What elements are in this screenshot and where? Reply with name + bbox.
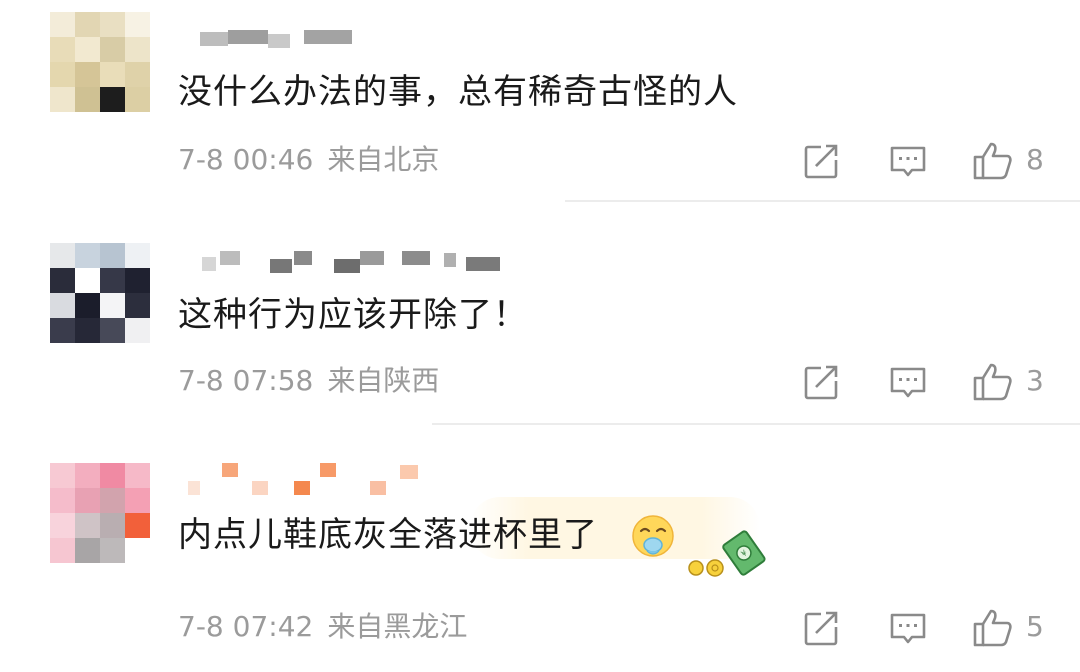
comment-location: 来自陕西	[327, 364, 440, 397]
share-icon[interactable]	[803, 142, 843, 182]
comment-time: 7-8 07:58	[178, 364, 314, 397]
comment-item: 内点儿鞋底灰全落进杯里了 ¥ 7-8 07:42 来自黑龙江 5	[0, 425, 1080, 672]
divider	[565, 200, 1080, 202]
comment-meta: 7-8 00:46 来自北京	[178, 142, 439, 178]
share-icon[interactable]	[803, 609, 843, 649]
like-count: 3	[1026, 364, 1044, 397]
comment-text-content: 内点儿鞋底灰全落进杯里了	[178, 515, 598, 555]
comment-item: 没什么办法的事，总有稀奇古怪的人 7-8 00:46 来自北京 8	[0, 0, 1080, 205]
comment-list: 没什么办法的事，总有稀奇古怪的人 7-8 00:46 来自北京 8 这种行为应该…	[0, 0, 1080, 672]
like-count: 8	[1026, 143, 1044, 176]
vomiting-face-emoji	[630, 513, 676, 559]
thumbs-up-icon[interactable]	[972, 140, 1012, 180]
thumbs-up-icon[interactable]	[972, 361, 1012, 401]
like-count: 5	[1026, 610, 1044, 643]
share-icon[interactable]	[803, 363, 843, 403]
comment-location: 来自北京	[327, 143, 440, 176]
comment-meta: 7-8 07:58 来自陕西	[178, 363, 439, 399]
comment-text: 这种行为应该开除了！	[178, 295, 528, 335]
comment-text: 没什么办法的事，总有稀奇古怪的人	[178, 72, 738, 112]
comment-icon[interactable]	[888, 609, 928, 649]
comment-location: 来自黑龙江	[327, 610, 468, 643]
comment-icon[interactable]	[888, 363, 928, 403]
username-redacted[interactable]	[178, 245, 508, 275]
comment-time: 7-8 00:46	[178, 143, 314, 176]
avatar[interactable]	[50, 12, 150, 112]
comment-text: 内点儿鞋底灰全落进杯里了	[178, 513, 598, 557]
thumbs-up-icon[interactable]	[972, 607, 1012, 647]
comment-time: 7-8 07:42	[178, 610, 314, 643]
username-redacted[interactable]	[178, 28, 508, 58]
username-redacted[interactable]	[178, 461, 508, 495]
comment-icon[interactable]	[888, 142, 928, 182]
avatar[interactable]	[50, 243, 150, 343]
comment-item: 这种行为应该开除了！ 7-8 07:58 来自陕西 3	[0, 205, 1080, 425]
avatar[interactable]	[50, 463, 150, 563]
money-sticker: ¥	[688, 525, 768, 585]
comment-meta: 7-8 07:42 来自黑龙江	[178, 609, 467, 645]
